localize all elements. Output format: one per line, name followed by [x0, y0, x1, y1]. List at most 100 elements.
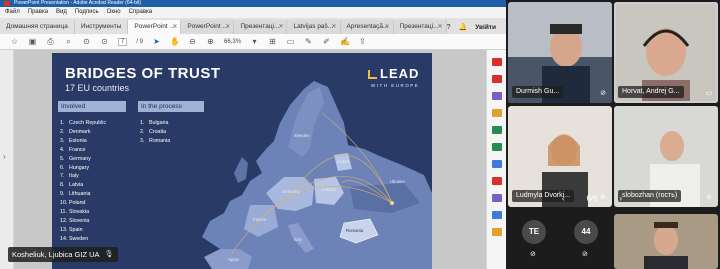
page-up-icon[interactable]: ⊙ [82, 37, 91, 46]
country-name: Italy [69, 173, 79, 180]
mic-off-icon: ⊘ [600, 90, 606, 97]
map-uk [234, 157, 248, 183]
hand-icon[interactable]: ✋ [170, 37, 180, 46]
search-icon[interactable]: ⌕ [64, 37, 73, 47]
slide-subtitle: 17 EU countries [65, 83, 130, 93]
share-icon[interactable]: ⇪ [358, 37, 367, 46]
menu-help[interactable]: Справка [129, 7, 153, 18]
tab-document-label: Apresentaçã... [346, 23, 389, 30]
zoom-in-icon[interactable]: ⊕ [206, 37, 215, 46]
list-item: 3. Romania [140, 137, 170, 146]
screen-share-icon: ▭ [705, 90, 712, 97]
tab-document[interactable]: PowerPoint ... ✕ [128, 20, 182, 34]
involved-list: 1. Czech Republic 2. Denmark 3. Estonia 4. F… [60, 119, 106, 244]
tab-document[interactable]: Презентаці... ✕ [393, 20, 447, 34]
fit-page-icon[interactable]: ⊞ [268, 37, 277, 46]
bell-icon[interactable]: 🔔 [459, 23, 468, 31]
right-tools-rail [486, 50, 506, 269]
menu-sign[interactable]: Подпись [75, 7, 99, 18]
tab-home[interactable]: Домашняя страница [0, 20, 75, 34]
tab-document[interactable]: PowerPoint ... ✕ [181, 20, 235, 34]
chevron-right-icon[interactable]: › [3, 152, 6, 161]
chevron-right-icon[interactable]: › [619, 194, 622, 203]
close-icon[interactable]: ✕ [438, 20, 443, 34]
tab-document[interactable]: Презентаці... ✕ [234, 20, 288, 34]
zoom-out-icon[interactable]: ⊖ [188, 37, 197, 46]
send-icon[interactable] [492, 211, 502, 219]
item-number: 8. [60, 182, 65, 189]
close-icon[interactable]: ✕ [225, 20, 230, 34]
help-icon[interactable]: ? [447, 24, 451, 31]
create-pdf-icon[interactable] [492, 75, 502, 83]
star-icon[interactable]: ☆ [10, 37, 19, 46]
close-icon[interactable]: ✕ [385, 20, 390, 34]
menu-window[interactable]: Окно [107, 7, 121, 18]
list-item: 11. Slovakia [60, 208, 106, 217]
country-name: Germany [69, 155, 91, 162]
item-number: 10. [60, 200, 68, 207]
sign-icon[interactable]: ✍ [340, 37, 350, 46]
pen-icon[interactable]: ✎ [304, 37, 313, 46]
presenter-name: Kosheliuk, Ljubica GIZ UA [12, 250, 100, 259]
chevron-down-icon[interactable]: ▾ [250, 37, 259, 46]
cursor-icon[interactable]: ➤ [152, 37, 161, 46]
participant-tile-active[interactable]: Horvat, Andrej G... ▭ [614, 2, 718, 103]
tab-document[interactable]: Apresentaçã... ✕ [340, 20, 394, 34]
menu-bar: Файл Правка Вид Подпись Окно Справка [0, 7, 506, 18]
fill-sign-icon[interactable] [492, 194, 502, 202]
sign-in-button[interactable]: Увійти [475, 24, 496, 31]
print-icon[interactable]: ⎙ [46, 37, 55, 47]
country-name: Denmark [69, 128, 91, 135]
edit-pdf-icon[interactable] [492, 92, 502, 100]
comment-tool-icon[interactable] [492, 109, 502, 117]
map-label-romania: Romania [346, 228, 364, 233]
chevron-left-icon[interactable]: ‹ [562, 194, 565, 203]
tab-document[interactable]: Latvijas paš... ✕ [287, 20, 341, 34]
window-title: PowerPoint Presentation - Adobe Acrobat … [14, 0, 142, 6]
save-icon[interactable]: ▣ [28, 37, 37, 46]
participant-tile[interactable]: Durmish Gu... ⊘ [508, 2, 612, 103]
list-item: 2. Denmark [60, 128, 106, 137]
tab-document-label: Презентаці... [240, 23, 280, 30]
item-number: 1. [140, 120, 145, 126]
mic-off-icon: ⊘ [530, 251, 536, 258]
participant-tile[interactable] [614, 214, 718, 269]
country-name: Lithuania [69, 191, 91, 198]
page-number-field[interactable]: 7 [118, 37, 128, 46]
map-label-latvia: Latvia [338, 159, 350, 164]
page-down-icon[interactable]: ⊙ [100, 37, 109, 46]
tab-document-label: Latvijas paš... [293, 23, 334, 30]
export-pdf-icon[interactable] [492, 58, 502, 66]
tab-tools[interactable]: Инструменты [75, 20, 129, 34]
menu-view[interactable]: Вид [56, 7, 67, 18]
organize-pages-icon[interactable] [492, 143, 502, 151]
participant-name: Horvat, Andrej G... [618, 86, 684, 98]
scan-icon[interactable] [492, 160, 502, 168]
item-number: 13. [60, 226, 68, 233]
acrobat-app-icon [4, 1, 10, 6]
mic-off-icon: 🎙 [104, 251, 114, 258]
mic-off-icon: ⊘ [582, 251, 588, 258]
gallery-pager: ‹ 6/6 › [562, 191, 622, 205]
more-tools-icon[interactable] [492, 228, 502, 236]
combine-files-icon[interactable] [492, 126, 502, 134]
list-item: 13. Spain [60, 226, 106, 235]
map-label-ukraine: Ukraine [390, 179, 405, 184]
list-item: 14. Sweden [60, 235, 106, 244]
slide-title: BRIDGES OF TRUST [65, 65, 221, 82]
list-item: 3. Estonia [60, 137, 106, 146]
avatar[interactable]: TE [522, 220, 546, 244]
participant-tile[interactable]: slobozhan (гость) ⊘ [614, 106, 718, 207]
highlight-icon[interactable]: ✐ [322, 37, 331, 46]
zoom-level[interactable]: 66,3% [224, 39, 241, 45]
close-icon[interactable]: ✕ [172, 20, 177, 34]
menu-edit[interactable]: Правка [28, 7, 48, 18]
close-icon[interactable]: ✕ [278, 20, 283, 34]
close-icon[interactable]: ✕ [331, 20, 336, 34]
menu-file[interactable]: Файл [5, 7, 20, 18]
in-process-header: In the process [138, 101, 204, 112]
comment-icon[interactable]: ▭ [286, 37, 295, 46]
protect-icon[interactable] [492, 177, 502, 185]
map-label-italy: Italy [294, 237, 302, 242]
avatar[interactable]: 44 [574, 220, 598, 244]
